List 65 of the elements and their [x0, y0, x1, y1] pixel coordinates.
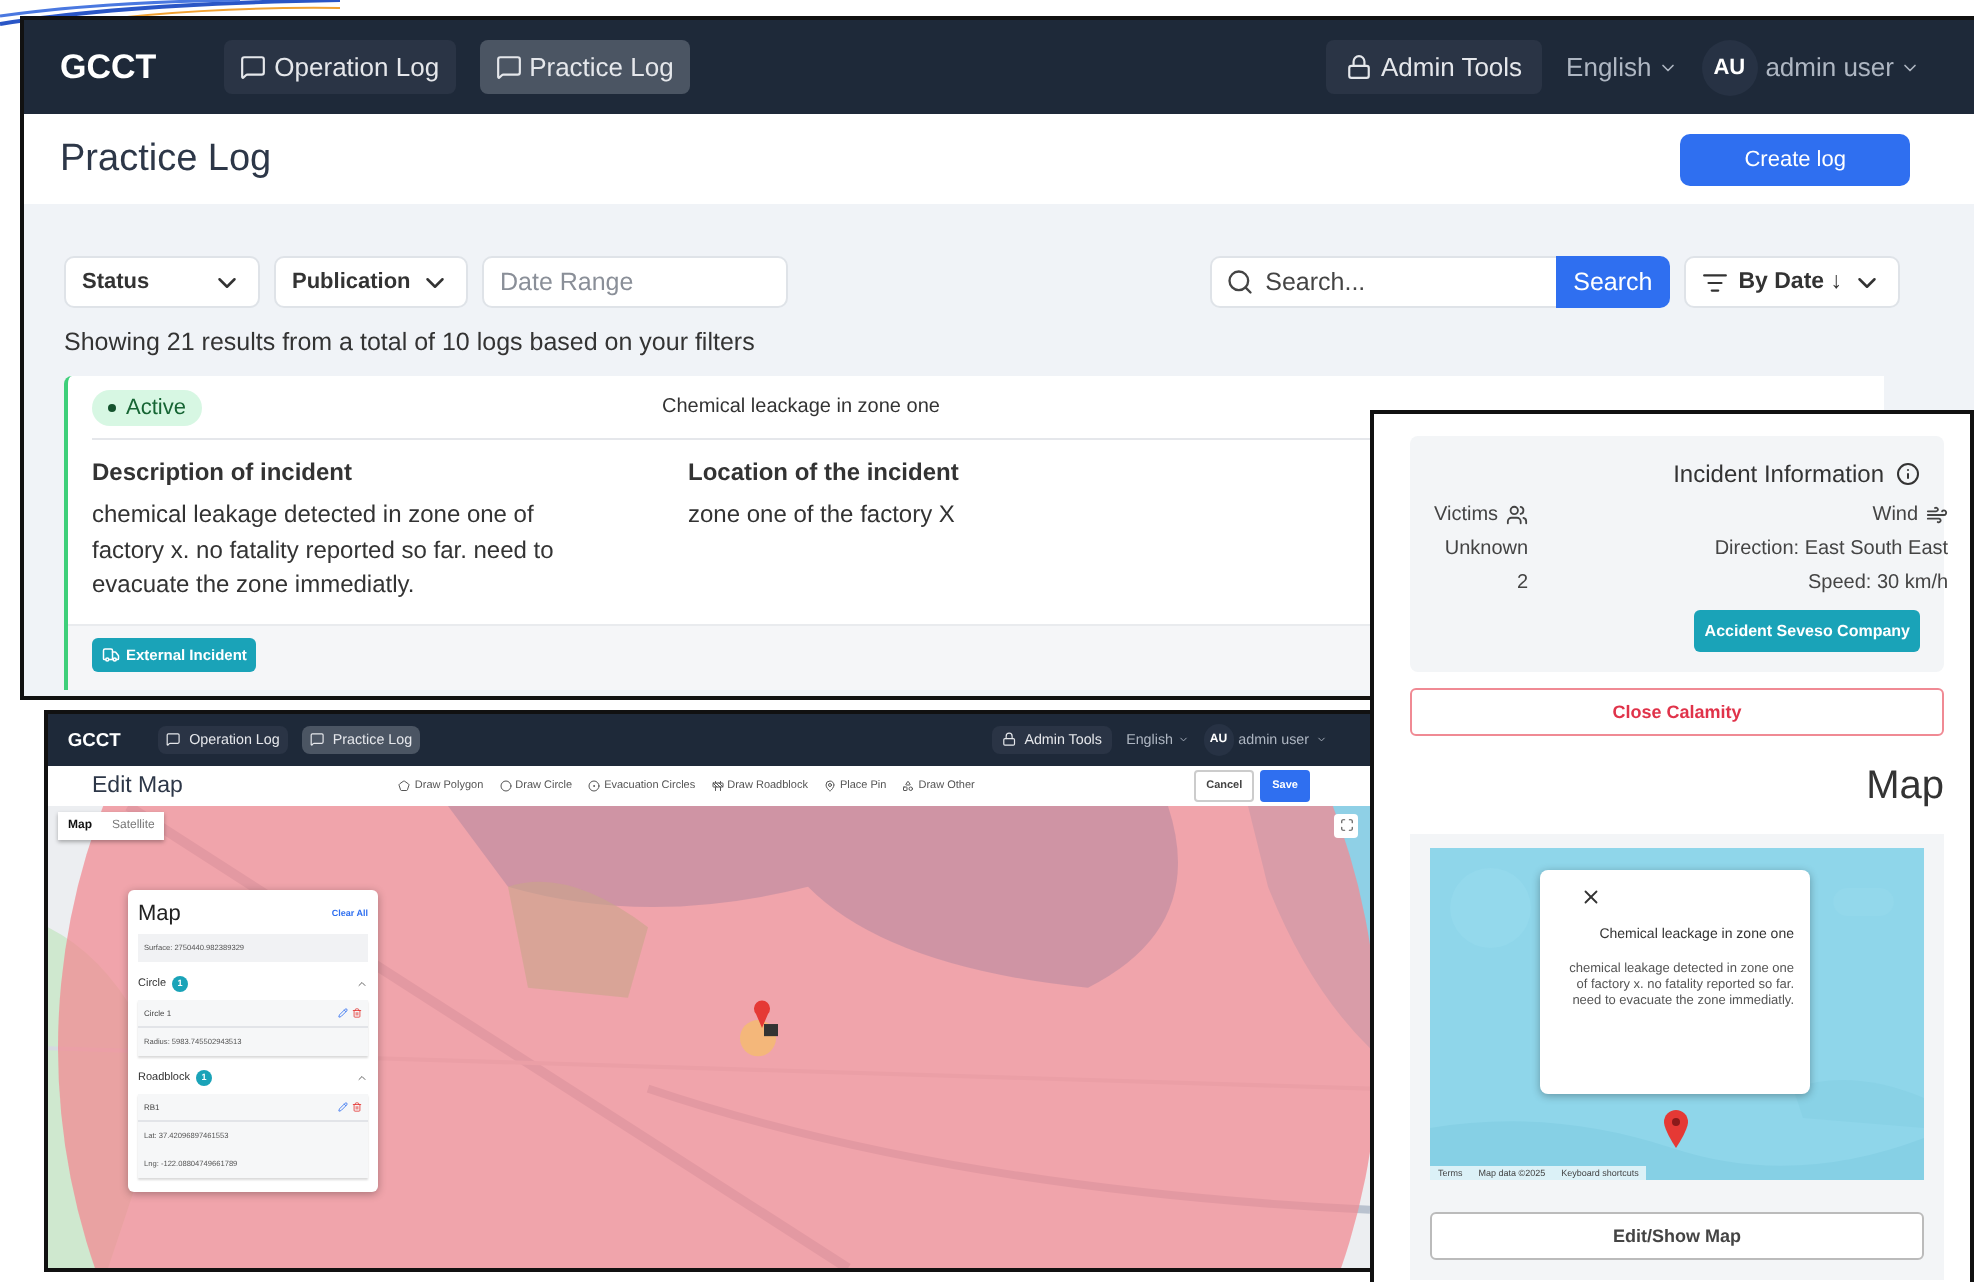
- info-icon: [1896, 462, 1920, 486]
- truck-icon: [102, 645, 120, 663]
- chevron-icon[interactable]: [356, 1071, 368, 1084]
- filter-select[interactable]: Publication: [274, 256, 468, 308]
- section-label: Description of incident: [92, 458, 355, 486]
- info-value: Unknown: [1444, 538, 1529, 560]
- log-title: Chemical leackage in zone one: [661, 396, 940, 418]
- page-title: Edit Map: [92, 773, 183, 798]
- status-badge: Active: [92, 389, 202, 425]
- edit-icon[interactable]: [338, 1101, 348, 1112]
- fullscreen-button[interactable]: [1334, 813, 1358, 838]
- info-value: Direction: East South East: [1714, 538, 1949, 560]
- filter-select[interactable]: Status: [64, 256, 260, 308]
- brand-name: GCCT: [60, 47, 157, 87]
- caret-icon: [1315, 734, 1326, 746]
- chat-icon: [495, 54, 522, 80]
- section-title: Map: [1864, 764, 1944, 810]
- pin-icon: [823, 779, 836, 792]
- sort-button[interactable]: By Date ↓: [1684, 256, 1900, 308]
- search-button[interactable]: Search: [1555, 256, 1671, 308]
- language-menu[interactable]: English: [1566, 52, 1678, 82]
- chevron-icon[interactable]: [356, 977, 368, 990]
- target-icon: [588, 779, 601, 792]
- chat-icon: [310, 732, 325, 747]
- brand-name: GCCT: [67, 729, 121, 750]
- caret-icon: [1178, 734, 1190, 746]
- lock-icon: [1002, 732, 1017, 747]
- create-log-button[interactable]: Create log: [1680, 133, 1910, 185]
- pentagon-icon: [398, 779, 411, 792]
- card-title: Incident Information: [1673, 460, 1884, 488]
- panel-title: Map: [138, 901, 181, 926]
- circle-icon: [499, 779, 512, 792]
- location-text: zone one of the factory X: [688, 498, 957, 532]
- nav-tab[interactable]: Operation Log: [224, 40, 456, 94]
- chat-icon: [240, 54, 267, 80]
- section-label: Location of the incident: [688, 458, 961, 486]
- nav-tab[interactable]: Practice Log: [479, 40, 690, 94]
- shapes-icon: [902, 779, 915, 792]
- barrier-icon: [711, 779, 724, 792]
- column-label: Wind: [1872, 504, 1919, 526]
- description-text: chemical leakage detected in zone one of factory x. no fatality reported so far. need to evacuate the zone immediatly.: [92, 498, 556, 602]
- close-icon[interactable]: [1580, 886, 1602, 908]
- user-avatar: AU: [1701, 39, 1758, 95]
- chat-icon: [166, 732, 182, 747]
- user-menu[interactable]: admin user: [1765, 52, 1920, 82]
- search-icon: [1225, 268, 1254, 296]
- edit-map-button[interactable]: Edit/Show Map: [1430, 1212, 1924, 1260]
- delete-icon[interactable]: [352, 1101, 362, 1112]
- sort-icon: [1702, 269, 1729, 295]
- admin-tools-button[interactable]: Admin Tools: [1326, 40, 1543, 94]
- wind-icon: [1926, 504, 1949, 526]
- results-summary: Showing 21 results from a total of 10 logs based on your filters: [64, 328, 757, 356]
- info-value: Speed: 30 km/h: [1808, 572, 1949, 594]
- page-title: Practice Log: [60, 137, 272, 181]
- close-calamity-button[interactable]: Close Calamity: [1410, 688, 1944, 736]
- info-value: 2: [1516, 572, 1529, 594]
- edit-icon[interactable]: [338, 1007, 348, 1018]
- pin-icon: [1664, 1110, 1688, 1148]
- lock-icon: [1346, 54, 1373, 80]
- people-icon: [1506, 504, 1529, 526]
- date-range-field[interactable]: Date Range: [482, 256, 788, 308]
- search-field[interactable]: Search...: [1209, 256, 1556, 308]
- fullscreen-icon: [1339, 818, 1353, 833]
- column-label: Victims: [1434, 504, 1499, 526]
- delete-icon[interactable]: [352, 1007, 362, 1018]
